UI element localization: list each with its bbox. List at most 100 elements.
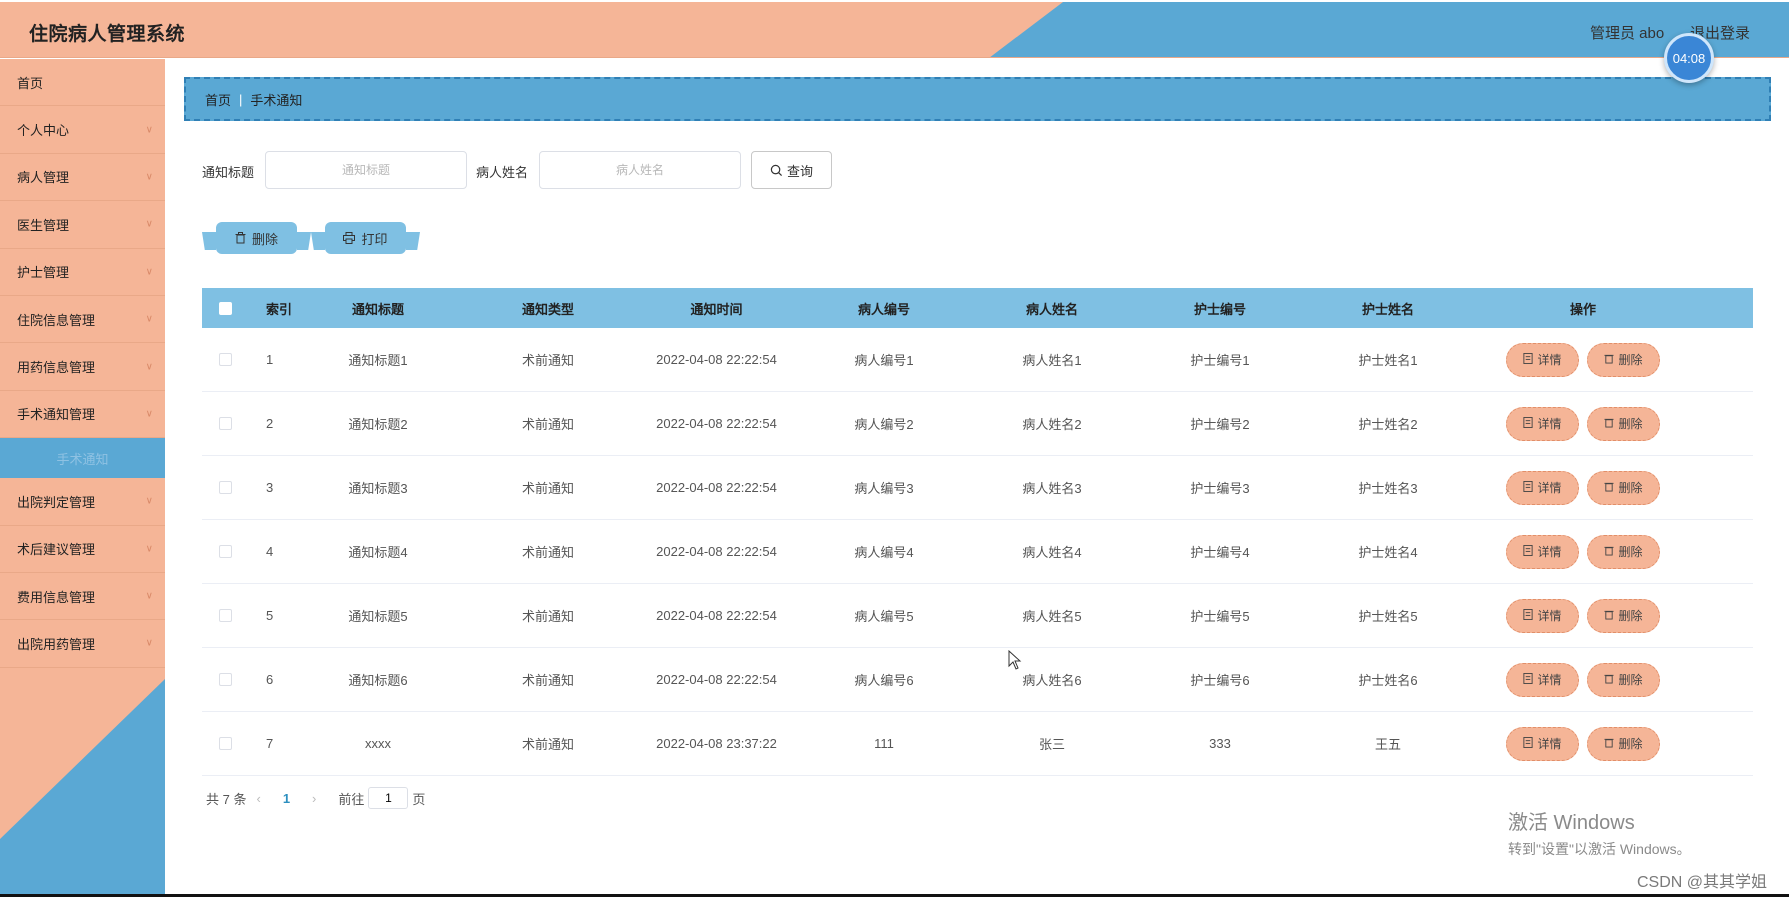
select-all-checkbox[interactable] xyxy=(218,301,232,315)
row-type: 术前通知 xyxy=(521,609,574,624)
select-all-cell xyxy=(202,301,248,315)
row-delete-button[interactable]: 删除 xyxy=(1587,470,1660,505)
notice-table: 索引 通知标题 通知类型 通知时间 病人编号 病人姓名 护士编号 护士姓名 操作… xyxy=(202,288,1753,776)
row-checkbox-cell xyxy=(202,353,248,366)
page-jump-input[interactable] xyxy=(368,787,409,809)
prev-page-icon[interactable]: ‹ xyxy=(256,791,260,806)
table-row[interactable]: 5 通知标题5 术前通知 2022-04-08 22:22:54 病人编号5 病人姓名5 护… xyxy=(202,584,1753,648)
row-checkbox[interactable] xyxy=(218,609,232,622)
row-delete-button[interactable]: 删除 xyxy=(1587,342,1660,377)
next-page-icon[interactable]: › xyxy=(312,791,316,806)
total-count: 共 7 条 xyxy=(206,791,247,807)
chevron-down-icon: ∨ xyxy=(145,361,153,373)
row-checkbox-cell xyxy=(202,481,248,494)
sidebar-item[interactable]: 病人管理 ∨ xyxy=(0,154,165,202)
row-delete-button[interactable]: 删除 xyxy=(1587,662,1660,697)
chevron-down-icon: ∨ xyxy=(145,408,153,420)
table-row[interactable]: 1 通知标题1 术前通知 2022-04-08 22:22:54 病人编号1 病人姓名1 护… xyxy=(202,328,1753,392)
printer-icon xyxy=(343,232,356,244)
row-nurse-no: 护士编号1 xyxy=(1190,353,1250,368)
row-nurse-no: 护士编号2 xyxy=(1190,417,1250,432)
query-button[interactable]: 查询 xyxy=(751,151,832,189)
sidebar-item-label: 个人中心 xyxy=(17,123,70,139)
row-ops: 详情 删除 xyxy=(1472,534,1694,569)
row-delete-button[interactable]: 删除 xyxy=(1587,598,1660,633)
detail-button[interactable]: 详情 xyxy=(1506,470,1579,505)
sidebar-item[interactable]: 个人中心 ∨ xyxy=(0,106,165,154)
row-checkbox[interactable] xyxy=(218,481,232,494)
table-row[interactable]: 2 通知标题2 术前通知 2022-04-08 22:22:54 病人编号2 病人姓名2 护… xyxy=(202,392,1753,456)
batch-delete-button[interactable]: 删除 xyxy=(216,222,297,254)
row-delete-label: 删除 xyxy=(1618,353,1643,367)
document-icon xyxy=(1523,544,1534,559)
table-row[interactable]: 6 通知标题6 术前通知 2022-04-08 22:22:54 病人编号6 病人姓名6 护… xyxy=(202,648,1753,712)
print-button[interactable]: 打印 xyxy=(325,222,406,254)
chevron-down-icon: ∨ xyxy=(145,313,153,325)
page-number[interactable]: 1 xyxy=(283,791,290,806)
row-ops: 详情 删除 xyxy=(1472,470,1694,505)
detail-button[interactable]: 详情 xyxy=(1506,406,1579,441)
row-delete-button[interactable]: 删除 xyxy=(1587,406,1660,441)
row-index: 1 xyxy=(266,352,274,367)
timer-badge[interactable]: 04:08 xyxy=(1664,33,1714,83)
sidebar-item[interactable]: 用药信息管理 ∨ xyxy=(0,343,165,391)
detail-button[interactable]: 详情 xyxy=(1506,726,1579,761)
row-delete-button[interactable]: 删除 xyxy=(1587,534,1660,569)
row-checkbox[interactable] xyxy=(218,545,232,558)
row-nurse-name: 王五 xyxy=(1374,737,1401,752)
title-search-input[interactable] xyxy=(265,151,467,189)
row-index: 4 xyxy=(266,544,274,559)
table-row[interactable]: 4 通知标题4 术前通知 2022-04-08 22:22:54 病人编号4 病人姓名4 护… xyxy=(202,520,1753,584)
chevron-down-icon: ∨ xyxy=(145,637,153,649)
trash-icon xyxy=(1604,353,1615,367)
detail-label: 详情 xyxy=(1537,737,1562,751)
sidebar-item[interactable]: 护士管理 ∨ xyxy=(0,249,165,296)
detail-label: 详情 xyxy=(1537,353,1562,367)
row-index: 2 xyxy=(266,416,274,431)
detail-button[interactable]: 详情 xyxy=(1506,598,1579,633)
row-index: 6 xyxy=(266,672,274,687)
row-delete-label: 删除 xyxy=(1618,737,1643,751)
row-nurse-no: 护士编号6 xyxy=(1190,673,1250,688)
breadcrumb-home[interactable]: 首页 xyxy=(205,90,231,109)
row-title: xxxx xyxy=(365,736,391,751)
detail-button[interactable]: 详情 xyxy=(1506,342,1579,377)
row-patient-no: 病人编号3 xyxy=(854,481,914,496)
row-nurse-name: 护士姓名2 xyxy=(1358,417,1418,432)
admin-label: 管理员 abo xyxy=(1590,25,1665,42)
row-checkbox[interactable] xyxy=(218,417,232,430)
sidebar-item[interactable]: 手术通知管理 ∨ xyxy=(0,391,165,439)
row-checkbox-cell xyxy=(202,609,248,622)
windows-activation-watermark: 激活 Windows 转到"设置"以激活 Windows。 xyxy=(1508,806,1691,859)
header-title: 通知标题 xyxy=(351,301,404,317)
sidebar-subitem-active[interactable]: 手术通知 xyxy=(0,438,165,479)
row-delete-label: 删除 xyxy=(1618,545,1643,559)
row-delete-button[interactable]: 删除 xyxy=(1587,726,1660,761)
table-row[interactable]: 7 xxxx 术前通知 2022-04-08 23:37:22 111 张三 333 王五 详情… xyxy=(202,712,1753,776)
table-row[interactable]: 3 通知标题3 术前通知 2022-04-08 22:22:54 病人编号3 病人姓名3 护… xyxy=(202,456,1753,520)
name-search-label: 病人姓名 xyxy=(476,165,529,180)
detail-button[interactable]: 详情 xyxy=(1506,662,1579,697)
sidebar-item[interactable]: 住院信息管理 ∨ xyxy=(0,296,165,344)
name-search-input[interactable] xyxy=(539,151,741,189)
sidebar: 首页 个人中心 ∨ 病人管理 ∨ 医生管理 ∨ 护士管理 ∨ 住院信息管理 ∨ 用药信息管理 ∨ 手术通知… xyxy=(0,59,165,894)
row-title: 通知标题5 xyxy=(348,609,408,624)
row-checkbox[interactable] xyxy=(218,673,232,686)
row-patient-no: 病人编号5 xyxy=(854,609,914,624)
row-time: 2022-04-08 22:22:54 xyxy=(656,544,777,559)
sidebar-item[interactable]: 术后建议管理 ∨ xyxy=(0,526,165,573)
sidebar-item[interactable]: 出院用药管理 ∨ xyxy=(0,620,165,668)
sidebar-item-label: 费用信息管理 xyxy=(17,589,96,605)
row-checkbox[interactable] xyxy=(218,353,232,366)
page-unit-label: 页 xyxy=(412,791,426,807)
sidebar-item[interactable]: 医生管理 ∨ xyxy=(0,201,165,249)
sidebar-item[interactable]: 出院判定管理 ∨ xyxy=(0,478,165,526)
row-title: 通知标题3 xyxy=(348,481,408,496)
sidebar-item[interactable]: 首页 xyxy=(0,59,165,107)
trash-icon xyxy=(1604,417,1615,431)
row-checkbox[interactable] xyxy=(218,737,232,750)
goto-label: 前往 xyxy=(338,791,365,807)
detail-button[interactable]: 详情 xyxy=(1506,534,1579,569)
row-checkbox-cell xyxy=(202,545,248,558)
sidebar-item[interactable]: 费用信息管理 ∨ xyxy=(0,573,165,621)
